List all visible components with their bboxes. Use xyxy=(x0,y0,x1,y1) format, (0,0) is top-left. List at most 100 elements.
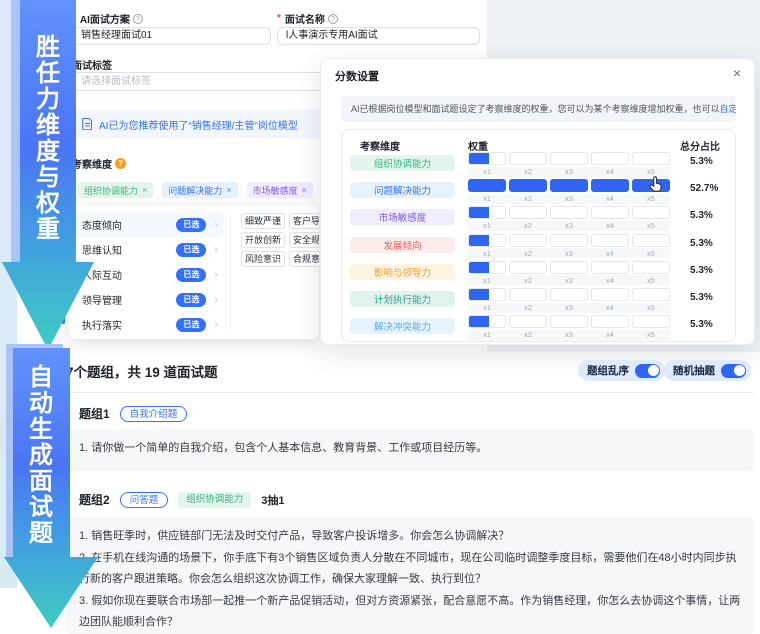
weight-segment-x1[interactable] xyxy=(468,315,506,329)
banner-character: 动 xyxy=(29,390,53,417)
banner-character: 权 xyxy=(36,190,60,217)
random-draw-toggle[interactable]: 随机抽题 xyxy=(664,360,751,381)
scale-label: x2 xyxy=(524,303,532,312)
help-icon[interactable]: ? xyxy=(327,13,338,24)
remove-tag-icon[interactable]: × xyxy=(226,185,231,195)
chevron-right-icon: › xyxy=(214,318,218,331)
weight-segment-x2[interactable] xyxy=(509,315,547,329)
help-icon-orange[interactable]: ? xyxy=(115,158,126,169)
weight-segment-x1[interactable] xyxy=(468,233,506,247)
scale-label: x4 xyxy=(606,248,614,258)
weight-segment-x3[interactable] xyxy=(550,260,588,274)
weight-segment-x2[interactable] xyxy=(509,179,547,193)
weight-segment-x5[interactable] xyxy=(632,288,670,301)
weight-segment-x1[interactable] xyxy=(468,179,506,193)
weight-segment-x2[interactable] xyxy=(509,206,547,220)
weight-segment-x3[interactable] xyxy=(550,206,588,220)
remove-tag-icon[interactable]: × xyxy=(302,185,307,195)
dimension-category-item[interactable]: 态度倾向 已选 › xyxy=(76,212,224,237)
dimension-category-item[interactable]: 领导管理 已选 › xyxy=(76,287,224,312)
weight-segment-x4[interactable] xyxy=(591,233,629,247)
scale-label: x3 xyxy=(565,275,573,285)
banner-character: 胜 xyxy=(36,34,60,61)
dimension-tag-label: 市场敏感度 xyxy=(252,185,298,196)
shuffle-groups-toggle[interactable]: 题组乱序 xyxy=(578,360,665,381)
banner-character: 题 xyxy=(29,520,53,547)
toggle-switch-on[interactable] xyxy=(635,363,660,378)
weight-segment-x2[interactable] xyxy=(509,288,547,301)
weight-segment-x4[interactable] xyxy=(591,288,629,301)
weight-segment-x5[interactable] xyxy=(632,233,670,247)
weight-row-dimension-tag: 问题解决能力 xyxy=(350,182,455,199)
weight-segment-x2[interactable] xyxy=(509,233,547,247)
weight-percent: 5.3% xyxy=(690,210,713,222)
weight-segment-x3[interactable] xyxy=(550,315,588,329)
selected-dimension-tag[interactable]: 市场敏感度 × xyxy=(246,182,313,198)
weight-segment-x5[interactable] xyxy=(632,206,670,220)
weight-percent: 5.3% xyxy=(690,292,713,303)
selected-dimension-tag[interactable]: 问题解决能力 × xyxy=(162,182,238,198)
banner-1-text: 胜任力维度与权重 xyxy=(22,36,74,242)
question-text: 1. 销售旺季时，供应链部门无法及时交付产品，导致客户投诉增多。你会怎么协调解决… xyxy=(79,530,510,542)
dimension-category-item[interactable]: 执行落实 已选 › xyxy=(76,312,224,337)
weight-segment-x1[interactable] xyxy=(468,206,506,220)
scale-labels-strip: x1 x2 x3 x4 x5 xyxy=(468,248,670,259)
weight-segment-x5[interactable] xyxy=(632,152,670,165)
dimension-option-button[interactable]: 安全规范 xyxy=(289,232,319,248)
weight-segment-x1[interactable] xyxy=(468,152,506,165)
weight-segment-x1[interactable] xyxy=(468,288,506,301)
scale-label: x1 xyxy=(483,167,491,176)
dimension-option-button[interactable]: 风险意识 xyxy=(241,251,285,267)
name-input[interactable]: l人事演示专用AI面试 xyxy=(277,27,480,45)
toggle-switch-on[interactable] xyxy=(721,363,746,378)
weight-segment-x3[interactable] xyxy=(550,179,588,193)
chevron-right-icon: › xyxy=(214,268,218,281)
weight-segment-x4[interactable] xyxy=(591,206,629,220)
weights-table: 考察维度 权重 总分占比 组织协调能力 x1 x2 x3 x4 x5 5.3% 问题解决能力 x… xyxy=(341,129,736,342)
dimension-dropdown-panel: 态度倾向 已选 › 思维认知 已选 › 人际互动 已选 › 领导管理 已选 › 执行落实 已选 › 细致严谨… xyxy=(69,205,319,339)
banner-2-text: 自动生成面试题 xyxy=(14,366,68,546)
chevron-right-icon: › xyxy=(214,243,218,256)
weight-segment-x3[interactable] xyxy=(550,233,588,247)
close-icon[interactable]: × xyxy=(733,65,741,81)
help-icon[interactable]: ? xyxy=(132,13,143,24)
customize-per-question-link[interactable]: 自定义每一题 xyxy=(720,104,736,114)
dimension-option-button[interactable]: 开放创新 xyxy=(241,232,285,248)
weight-segment-x5[interactable] xyxy=(632,260,670,274)
dimension-category-item[interactable]: 人际互动 已选 › xyxy=(76,262,224,287)
weight-segment-fill xyxy=(469,316,489,328)
scale-label: x3 xyxy=(565,303,573,312)
dimension-category-item[interactable]: 思维认知 已选 › xyxy=(76,237,224,262)
weight-segment-x2[interactable] xyxy=(509,152,547,165)
dimension-option-button[interactable]: 合规意识 xyxy=(289,251,319,267)
weight-segment-x1[interactable] xyxy=(468,260,506,274)
weight-segment-x4[interactable] xyxy=(591,260,629,274)
weight-segment-x3[interactable] xyxy=(550,152,588,165)
scale-labels-strip: x1 x2 x3 x4 x5 xyxy=(468,275,670,286)
scale-label: x3 xyxy=(565,330,573,340)
weight-segment-x2[interactable] xyxy=(509,260,547,274)
weight-segment-x4[interactable] xyxy=(591,152,629,165)
question-box-group-1: 1. 请你做一个简单的自我介绍，包含个人基本信息、教育背景、工作或项目经历等。 xyxy=(66,429,754,471)
question-type-tag: 问答题 xyxy=(119,491,169,508)
column-header-dimension: 考察维度 xyxy=(360,142,400,153)
weight-segment-x4[interactable] xyxy=(591,179,629,193)
question-text: 3. 假如你现在要联合市场部一起推一个新产品促销活动，但对方资源紧张，配合意愿不… xyxy=(79,594,741,629)
weight-segment-x3[interactable] xyxy=(550,288,588,301)
dimension-option-button[interactable]: 细致严谨 xyxy=(241,213,285,229)
remove-tag-icon[interactable]: × xyxy=(142,185,147,195)
weight-segment-x4[interactable] xyxy=(591,315,629,329)
weight-segment-fill xyxy=(469,261,489,273)
weight-segment-fill xyxy=(469,289,489,300)
category-label: 态度倾向 xyxy=(82,221,122,232)
selected-badge: 已选 xyxy=(176,267,207,282)
name-field-label: * 面试名称 ? xyxy=(277,11,338,26)
plan-input[interactable]: 销售经理面试01 xyxy=(72,27,271,45)
weight-segment-x5[interactable] xyxy=(632,179,670,193)
weight-segment-x5[interactable] xyxy=(632,315,670,329)
selected-badge: 已选 xyxy=(176,317,207,332)
scale-label: x1 xyxy=(483,330,491,340)
weight-segment-fill xyxy=(469,207,489,219)
dimension-option-button[interactable]: 客户导向 xyxy=(289,213,319,229)
weight-row-dimension-tag: 计划执行能力 xyxy=(350,291,455,307)
